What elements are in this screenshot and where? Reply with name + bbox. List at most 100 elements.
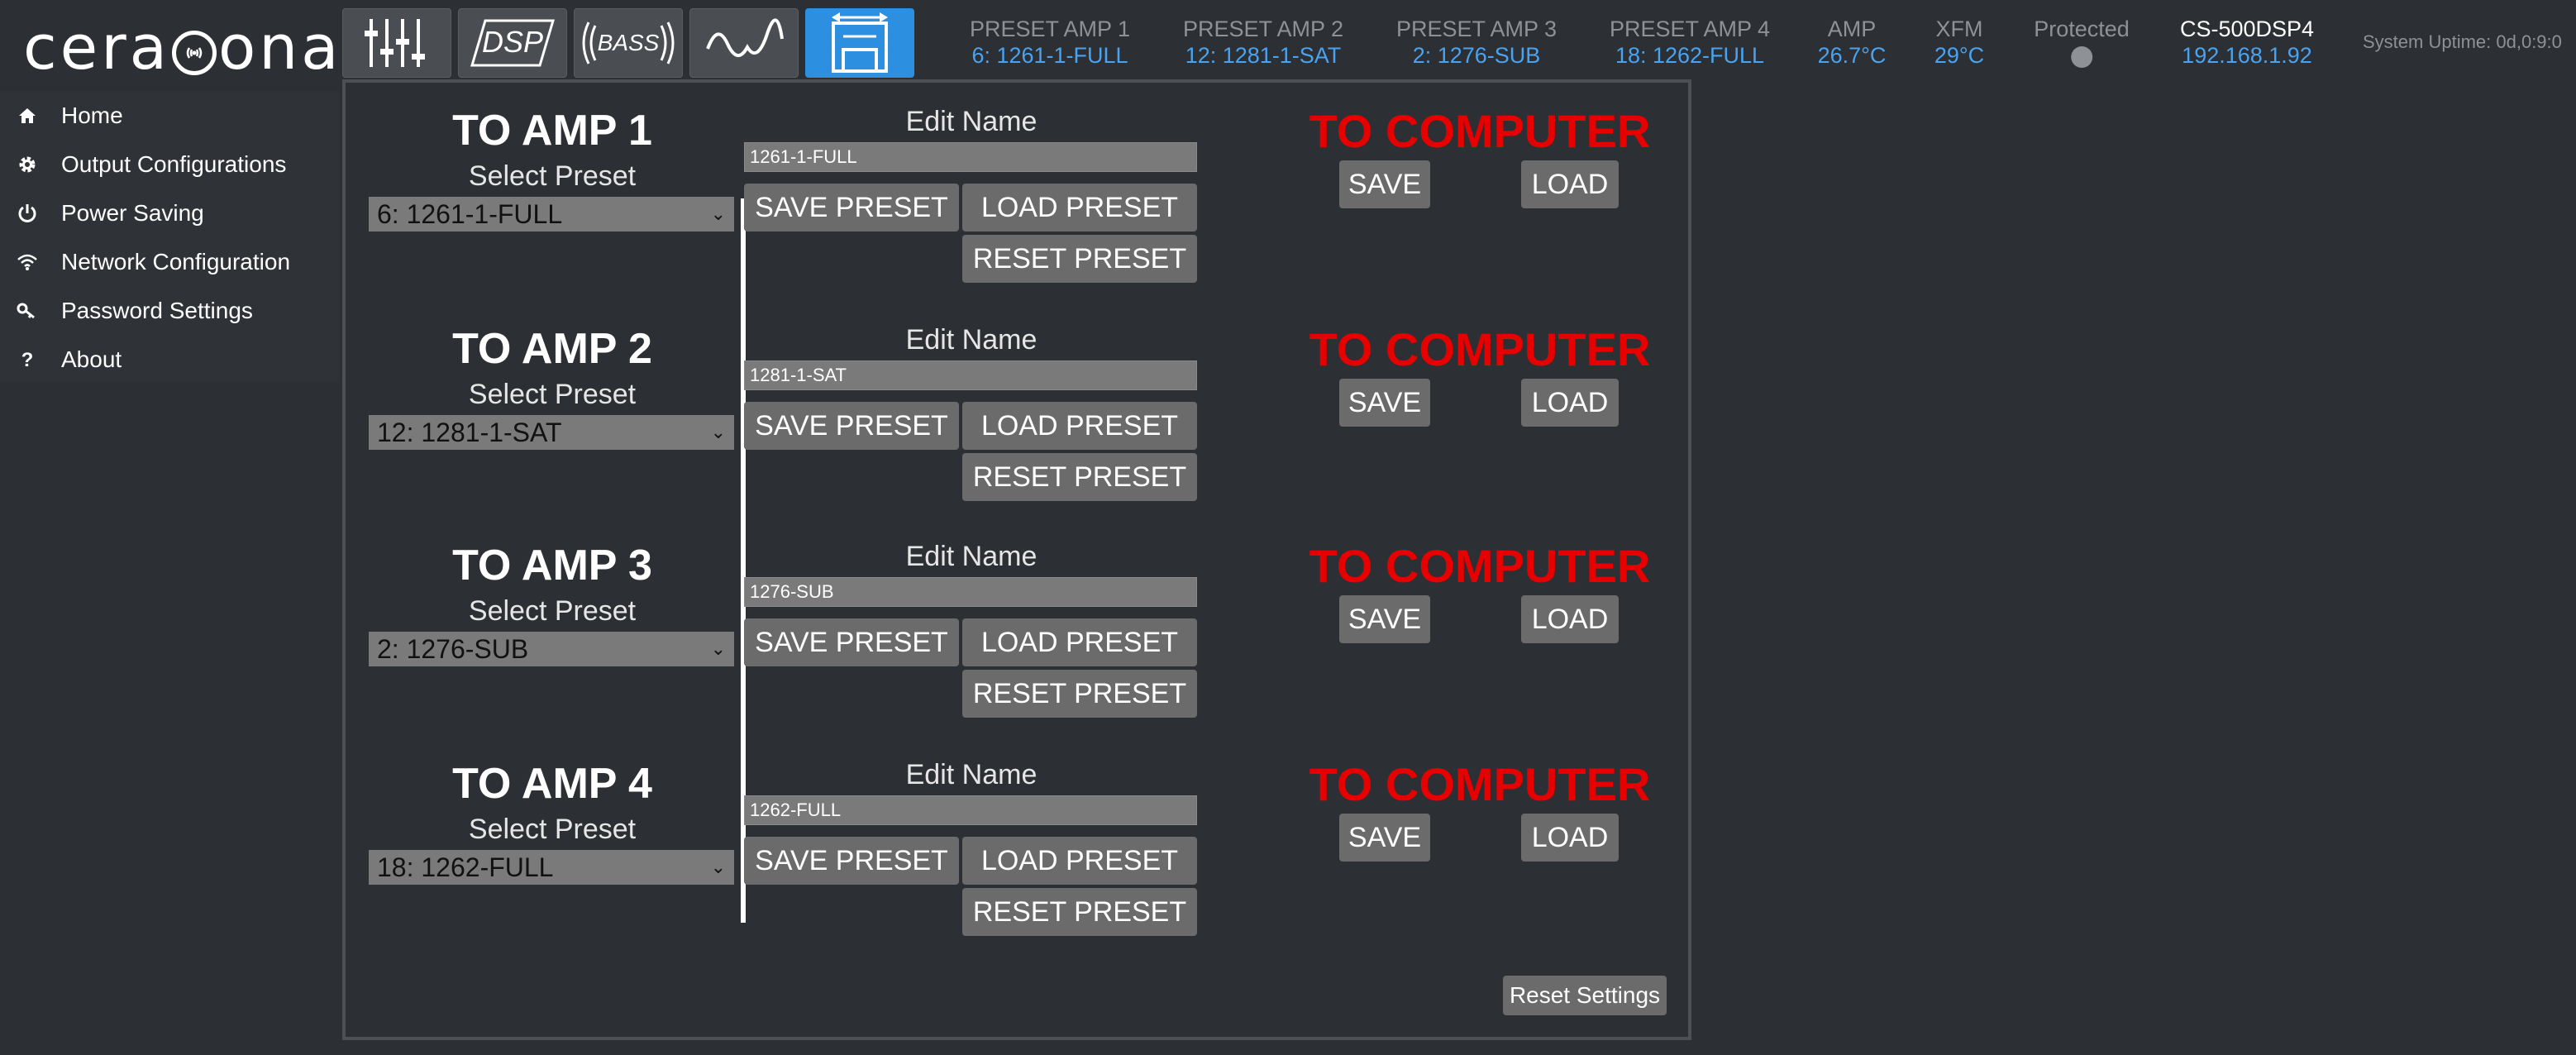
amp-4-title: TO AMP 4 [452, 760, 652, 808]
amp-3-computer-load-button[interactable]: LOAD [1521, 595, 1619, 643]
preset-amp1-value: 6: 1261-1-FULL [971, 43, 1128, 68]
dsp-label: DSP [482, 25, 543, 59]
device-status: CS-500DSP4 192.168.1.92 [2180, 17, 2314, 69]
preset-amp1-status: PRESET AMP 1 6: 1261-1-FULL [970, 17, 1130, 69]
amp-1-computer-save-button[interactable]: SAVE [1339, 160, 1430, 208]
amp-4-selected-preset: 18: 1262-FULL [377, 852, 554, 882]
preset-amp2-status: PRESET AMP 2 12: 1281-1-SAT [1183, 17, 1343, 69]
protected-status: Protected [2034, 17, 2130, 68]
preset-amp2-label: PRESET AMP 2 [1182, 17, 1344, 41]
sidebar-item-power-saving[interactable]: Power Saving [0, 189, 339, 237]
amp-2-name-input[interactable]: 1281-1-SAT [744, 360, 1197, 390]
amp-2-reset-preset-button[interactable]: RESET PRESET [962, 453, 1197, 501]
power-icon [15, 203, 40, 224]
amp-1-save-preset-button[interactable]: SAVE PRESET [744, 184, 959, 232]
dsp-icon: DSP [470, 19, 556, 67]
question-icon: ? [15, 349, 40, 370]
amp-2-to-computer-label: TO COMPUTER [1309, 323, 1651, 375]
amp-2-computer-load-button[interactable]: LOAD [1521, 379, 1619, 427]
amp-2-computer-save-button[interactable]: SAVE [1339, 379, 1430, 427]
amp-2-select-label: Select Preset [468, 379, 637, 410]
sidebar-item-password-settings[interactable]: Password Settings [0, 286, 339, 335]
amp-3-load-preset-button[interactable]: LOAD PRESET [962, 618, 1197, 666]
amp-1-title: TO AMP 1 [452, 107, 652, 155]
amp-3-selected-preset: 2: 1276-SUB [377, 633, 529, 664]
bass-button[interactable]: BASS [574, 8, 683, 78]
sidebar-item-about[interactable]: ? About [0, 335, 339, 384]
chevron-down-icon: ⌄ [710, 203, 726, 224]
amp-3-title: TO AMP 3 [452, 542, 652, 590]
chevron-down-icon: ⌄ [710, 422, 726, 442]
preset-amp3-label: PRESET AMP 3 [1395, 17, 1558, 41]
preset-amp1-label: PRESET AMP 1 [969, 17, 1131, 41]
amp-1-computer-load-button[interactable]: LOAD [1521, 160, 1619, 208]
amp-1-load-preset-button[interactable]: LOAD PRESET [962, 184, 1197, 232]
amp-temp-status: AMP 26.7°C [1818, 17, 1887, 69]
amp-4-name-input[interactable]: 1262-FULL [744, 795, 1197, 825]
brand-logo: cera onar [23, 12, 370, 84]
amp-3-name-input[interactable]: 1276-SUB [744, 577, 1197, 607]
reset-settings-button[interactable]: Reset Settings [1503, 976, 1667, 1015]
preset-amp4-status: PRESET AMP 4 18: 1262-FULL [1610, 17, 1770, 69]
xfm-temp-label: XFM [1935, 17, 1983, 41]
key-icon [15, 302, 40, 320]
sidebar-item-label: Home [61, 102, 123, 128]
home-icon [15, 106, 40, 126]
amp-3-preset-select[interactable]: 2: 1276-SUB ⌄ [369, 632, 734, 666]
amp-1-edit-name-label: Edit Name [905, 106, 1038, 137]
amp-1-reset-preset-button[interactable]: RESET PRESET [962, 235, 1197, 283]
amp-3-edit-name-label: Edit Name [905, 541, 1038, 572]
amp-4-to-computer-label: TO COMPUTER [1309, 758, 1651, 810]
gear-icon [15, 154, 40, 175]
amp-2-save-preset-button[interactable]: SAVE PRESET [744, 402, 959, 450]
preset-transfer-icon [832, 12, 888, 73]
sliders-icon [365, 19, 425, 67]
amp-3-reset-preset-button[interactable]: RESET PRESET [962, 670, 1197, 718]
preset-amp3-status: PRESET AMP 3 2: 1276-SUB [1396, 17, 1557, 69]
bass-label: BASS [598, 30, 660, 55]
amp-3-save-preset-button[interactable]: SAVE PRESET [744, 618, 959, 666]
amp-1-selected-preset: 6: 1261-1-FULL [377, 198, 563, 229]
preset-amp2-value: 12: 1281-1-SAT [1185, 43, 1342, 68]
amp-temp-label: AMP [1827, 17, 1877, 41]
amp-4-save-preset-button[interactable]: SAVE PRESET [744, 837, 959, 885]
sidebar-item-label: Output Configurations [61, 150, 287, 177]
amp-4-preset-select[interactable]: 18: 1262-FULL ⌄ [369, 850, 734, 885]
sidebar-item-label: Network Configuration [61, 248, 291, 274]
amp-2-preset-select[interactable]: 12: 1281-1-SAT ⌄ [369, 415, 734, 450]
sidebar-item-label: About [61, 346, 122, 372]
bass-icon: BASS [582, 21, 675, 64]
amp-3-computer-save-button[interactable]: SAVE [1339, 595, 1430, 643]
chevron-down-icon: ⌄ [710, 857, 726, 877]
protected-indicator [2070, 46, 2092, 68]
amp-4-reset-preset-button[interactable]: RESET PRESET [962, 888, 1197, 936]
dsp-button[interactable]: DSP [458, 8, 567, 78]
amp-1-preset-select[interactable]: 6: 1261-1-FULL ⌄ [369, 197, 734, 232]
preset-amp4-label: PRESET AMP 4 [1609, 17, 1771, 41]
amp-4-edit-name-label: Edit Name [905, 759, 1038, 790]
amp-4-computer-load-button[interactable]: LOAD [1521, 814, 1619, 862]
chevron-down-icon: ⌄ [710, 638, 726, 659]
amp-4-select-label: Select Preset [468, 814, 637, 845]
waveform-icon [706, 18, 784, 57]
sidebar-item-network-configuration[interactable]: Network Configuration [0, 237, 339, 286]
sidebar-item-home[interactable]: Home [0, 91, 339, 140]
device-ip: 192.168.1.92 [2182, 43, 2312, 68]
sliders-button[interactable] [342, 8, 451, 78]
amp-4-computer-save-button[interactable]: SAVE [1339, 814, 1430, 862]
amp-2-load-preset-button[interactable]: LOAD PRESET [962, 402, 1197, 450]
waveform-button[interactable] [689, 8, 799, 78]
amp-2-title: TO AMP 2 [452, 325, 652, 373]
amp-2-selected-preset: 12: 1281-1-SAT [377, 417, 562, 447]
preset-transfer-button[interactable] [805, 8, 914, 78]
sidebar-item-output-configurations[interactable]: Output Configurations [0, 140, 339, 189]
preset-amp4-value: 18: 1262-FULL [1615, 43, 1765, 68]
amp-1-name-input[interactable]: 1261-1-FULL [744, 142, 1197, 172]
amp-3-to-computer-label: TO COMPUTER [1309, 540, 1651, 592]
wifi-icon [15, 253, 40, 271]
xfm-temp-value: 29°C [1934, 43, 1985, 68]
svg-text:?: ? [21, 349, 34, 370]
amp-4-load-preset-button[interactable]: LOAD PRESET [962, 837, 1197, 885]
sidebar-item-label: Power Saving [61, 199, 204, 226]
amp-2-edit-name-label: Edit Name [905, 324, 1038, 356]
